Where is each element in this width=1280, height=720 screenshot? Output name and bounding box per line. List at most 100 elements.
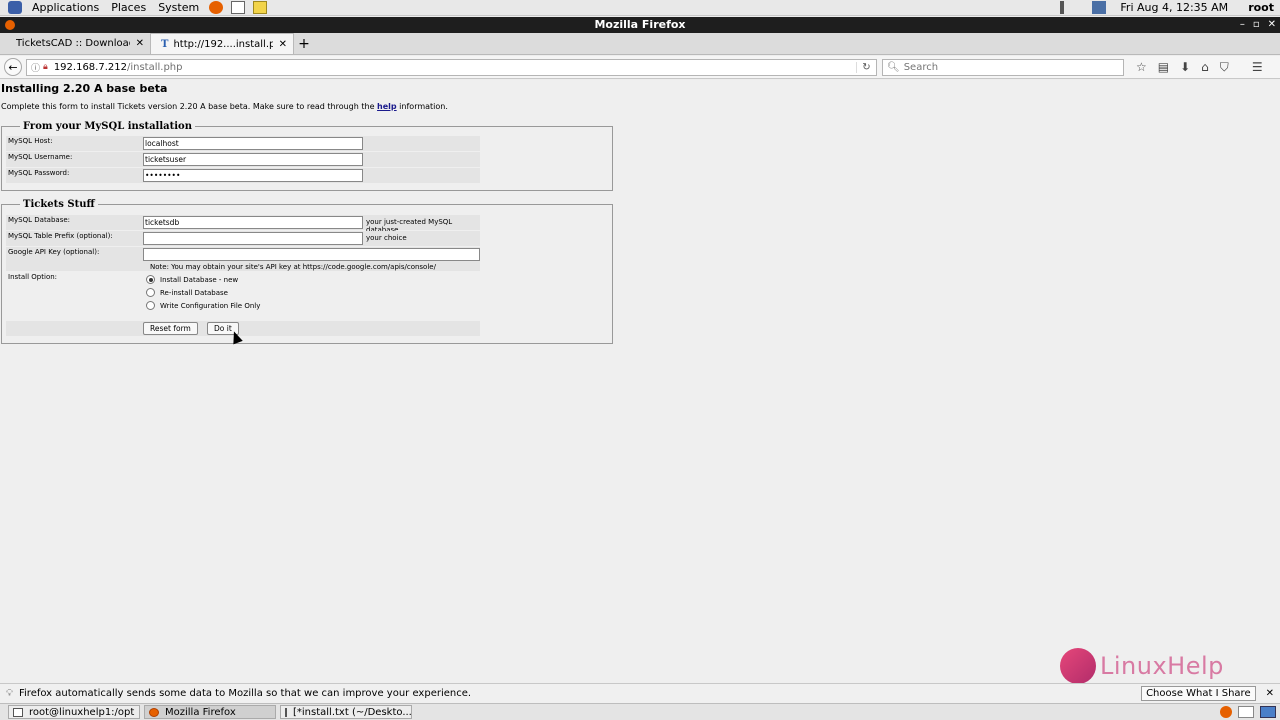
tab-ticketscad-downloads[interactable]: TicketsCAD :: Downloads ✕: [6, 33, 150, 54]
downloads-icon[interactable]: ⬇: [1180, 60, 1190, 75]
back-arrow-icon: ←: [8, 60, 18, 74]
choose-what-i-share-button[interactable]: Choose What I Share: [1141, 686, 1256, 701]
mysql-password-input[interactable]: [143, 169, 363, 182]
table-prefix-row: MySQL Table Prefix (optional): your choi…: [6, 231, 480, 246]
places-menu[interactable]: Places: [105, 1, 152, 15]
home-icon[interactable]: ⌂: [1201, 60, 1209, 75]
tab-bar: TicketsCAD :: Downloads ✕ T http://192..…: [0, 33, 1280, 55]
window-titlebar: Mozilla Firefox – ▫ ✕: [0, 17, 1280, 33]
api-key-note: Note: You may obtain your site's API key…: [150, 263, 436, 271]
network-icon[interactable]: [1092, 1, 1107, 14]
task-label: Mozilla Firefox: [165, 706, 236, 718]
url-path: /install.php: [126, 61, 183, 73]
tickets-legend: Tickets Stuff: [23, 199, 95, 210]
firefox-icon: [5, 20, 15, 30]
radio-install-new-label: Install Database - new: [160, 275, 239, 284]
radio-reinstall-label: Re-install Database: [160, 288, 228, 297]
insecure-lock-icon[interactable]: 🔒︎: [43, 62, 48, 72]
intro-after: information.: [396, 102, 448, 111]
window-title: Mozilla Firefox: [594, 18, 686, 31]
radio-selected-icon[interactable]: [146, 275, 155, 284]
mysql-host-row: MySQL Host:: [6, 136, 480, 151]
search-icon: 🔍︎: [887, 61, 900, 73]
nav-bar: ← ⓘ 🔒︎ 192.168.7.212/install.php ↻ 🔍︎ ☆ …: [0, 56, 1280, 79]
firefox-launcher-icon[interactable]: [209, 1, 224, 14]
taskbar: root@linuxhelp1:/opt Mozilla Firefox [*i…: [0, 703, 1280, 720]
close-window-icon[interactable]: ✕: [1268, 17, 1276, 33]
notification-bar: 💡︎ Firefox automatically sends some data…: [0, 683, 1280, 703]
page-content: Installing 2.20 A base beta Complete thi…: [0, 80, 1280, 683]
mysql-username-row: MySQL Username:: [6, 152, 480, 167]
toolbar-icons: ☆ ▤ ⬇ ⌂ ⛉ ☰: [1136, 60, 1263, 75]
gnome-foot-icon: [8, 1, 22, 14]
radio-config-only[interactable]: Write Configuration File Only: [146, 301, 260, 310]
panel-menu: Applications Places System: [0, 1, 271, 15]
search-bar[interactable]: 🔍︎: [882, 58, 1124, 76]
top-panel: Applications Places System Fri Aug 4, 12…: [0, 0, 1280, 16]
mysql-host-input[interactable]: [143, 137, 363, 150]
radio-install-new[interactable]: Install Database - new: [146, 275, 238, 284]
notes-launcher-icon[interactable]: [253, 1, 268, 14]
mysql-username-input[interactable]: [143, 153, 363, 166]
mysql-database-label: MySQL Database:: [8, 216, 71, 224]
tab-install-php[interactable]: T http://192....install.php ✕: [150, 33, 294, 54]
firefox-icon: [149, 707, 159, 717]
mysql-host-label: MySQL Host:: [8, 137, 53, 145]
intro-before: Complete this form to install Tickets ve…: [1, 102, 378, 111]
window-controls: – ▫ ✕: [1240, 17, 1276, 33]
minimize-icon[interactable]: –: [1240, 17, 1245, 33]
mysql-legend: From your MySQL installation: [23, 121, 192, 132]
hamburger-menu-icon[interactable]: ☰: [1252, 60, 1263, 75]
install-option-label: Install Option:: [8, 273, 58, 281]
back-button[interactable]: ←: [4, 58, 22, 76]
firefox-tray-icon[interactable]: [1220, 706, 1232, 718]
mysql-database-row: MySQL Database: your just-created MySQL …: [6, 215, 480, 234]
watermark-text: LinuxHelp: [1100, 652, 1224, 680]
workspace-2-icon[interactable]: [1260, 706, 1276, 718]
maximize-icon[interactable]: ▫: [1253, 17, 1260, 33]
notification-close-icon[interactable]: ✕: [1266, 688, 1274, 699]
mysql-database-input[interactable]: [143, 216, 363, 229]
url-bar[interactable]: ⓘ 🔒︎ 192.168.7.212/install.php ↻: [26, 58, 877, 76]
notification-text: Firefox automatically sends some data to…: [19, 688, 472, 699]
search-input[interactable]: [903, 61, 1114, 73]
task-label: [*install.txt (~/Deskto...: [293, 706, 412, 718]
panel-user[interactable]: root: [1248, 1, 1274, 14]
url-host: 192.168.7.212: [53, 61, 127, 73]
tab-close-icon[interactable]: ✕: [136, 38, 144, 49]
system-menu[interactable]: System: [152, 1, 205, 15]
new-tab-button[interactable]: +: [294, 33, 314, 54]
applications-menu[interactable]: Applications: [26, 1, 105, 15]
radio-config-only-label: Write Configuration File Only: [160, 301, 261, 310]
radio-unselected-icon[interactable]: [146, 288, 155, 297]
page-heading: Installing 2.20 A base beta: [1, 82, 168, 95]
bookmarks-library-icon[interactable]: ▤: [1158, 60, 1169, 75]
workspace-1-icon[interactable]: [1238, 706, 1254, 718]
tab-close-icon[interactable]: ✕: [279, 39, 287, 50]
terminal-icon: [13, 707, 23, 717]
linuxhelp-logo-icon: [1060, 648, 1096, 684]
mail-launcher-icon[interactable]: [231, 1, 246, 14]
pocket-icon[interactable]: ⛉: [1220, 60, 1229, 75]
task-firefox[interactable]: Mozilla Firefox: [144, 705, 276, 719]
task-text-editor[interactable]: [*install.txt (~/Deskto...: [280, 705, 412, 719]
volume-icon[interactable]: [1060, 1, 1074, 14]
mysql-password-row: MySQL Password:: [6, 168, 480, 183]
google-api-key-input[interactable]: [143, 248, 480, 261]
reset-form-button[interactable]: Reset form: [143, 322, 198, 335]
table-prefix-hint: your choice: [366, 234, 407, 242]
tickets-favicon-icon: T: [161, 38, 169, 50]
mysql-password-label: MySQL Password:: [8, 169, 70, 177]
site-info-icon[interactable]: ⓘ: [31, 61, 40, 74]
help-link[interactable]: help: [377, 102, 397, 111]
radio-reinstall[interactable]: Re-install Database: [146, 288, 228, 297]
panel-clock[interactable]: Fri Aug 4, 12:35 AM: [1120, 1, 1228, 14]
mysql-username-label: MySQL Username:: [8, 153, 73, 161]
task-terminal[interactable]: root@linuxhelp1:/opt: [8, 705, 140, 719]
form-buttons-row: Reset form Do it: [6, 321, 480, 336]
radio-unselected-icon[interactable]: [146, 301, 155, 310]
table-prefix-input[interactable]: [143, 232, 363, 245]
bookmark-star-icon[interactable]: ☆: [1136, 60, 1147, 75]
reload-icon[interactable]: ↻: [856, 61, 876, 73]
google-api-key-label: Google API Key (optional):: [8, 248, 100, 256]
